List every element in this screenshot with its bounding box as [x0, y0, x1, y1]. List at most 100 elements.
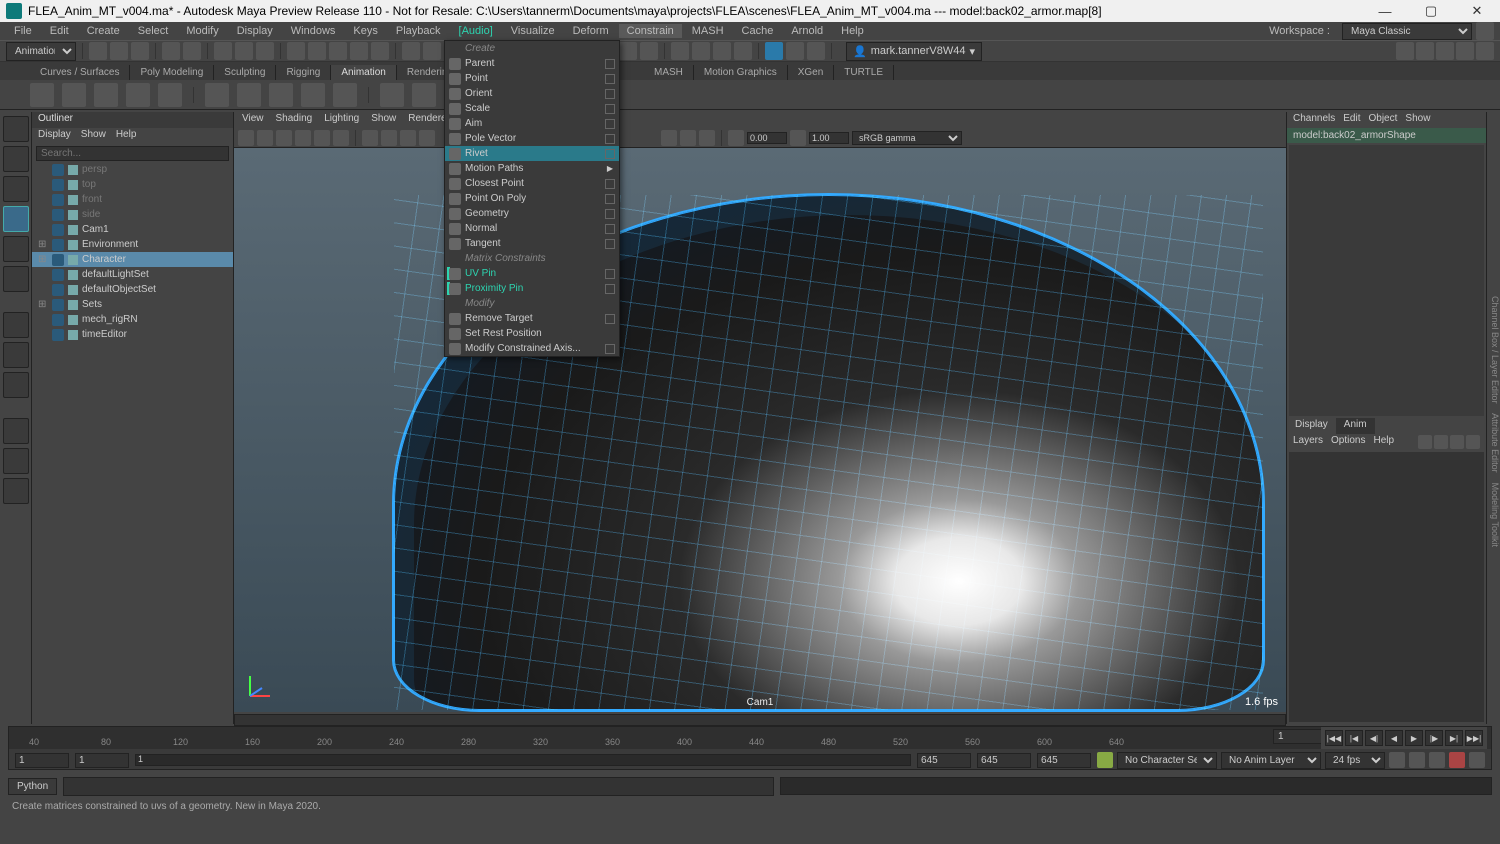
ch-menu-object[interactable]: Object — [1369, 113, 1398, 127]
ch-menu-channels[interactable]: Channels — [1293, 113, 1335, 127]
vp-icon[interactable] — [238, 130, 254, 146]
vp-icon[interactable] — [400, 130, 416, 146]
menu-keys[interactable]: Keys — [345, 24, 385, 38]
shelf-icon[interactable] — [333, 83, 357, 107]
animlayer-select[interactable]: No Anim Layer — [1221, 752, 1321, 769]
audio-icon[interactable] — [1429, 752, 1445, 768]
vp-icon[interactable] — [381, 130, 397, 146]
range-end-c[interactable] — [1037, 753, 1091, 768]
play-fwd-icon[interactable]: ▶ — [1405, 730, 1423, 746]
live-toggle-icon[interactable] — [765, 42, 783, 60]
shelf-icon[interactable] — [269, 83, 293, 107]
outliner-tree[interactable]: persptopfrontsideCam1⊞Environment⊞Charac… — [32, 162, 233, 724]
menu-item-geometry[interactable]: Geometry — [445, 206, 619, 221]
layer-icon[interactable] — [1466, 435, 1480, 449]
menu-select[interactable]: Select — [130, 24, 177, 38]
menu-constrain[interactable]: Constrain — [619, 24, 682, 38]
layer-menu-help[interactable]: Help — [1373, 435, 1394, 449]
shelf-icon[interactable] — [126, 83, 150, 107]
range-end-b[interactable] — [977, 753, 1031, 768]
exposure-icon[interactable] — [728, 130, 744, 146]
pause-icon[interactable] — [807, 42, 825, 60]
layer-icon[interactable] — [1450, 435, 1464, 449]
outliner-menu-show[interactable]: Show — [81, 129, 106, 143]
layer-list[interactable] — [1289, 452, 1484, 723]
outliner-item-defaultlightset[interactable]: defaultLightSet — [32, 267, 233, 282]
lasso-tool[interactable] — [3, 146, 29, 172]
snap-grid-icon[interactable] — [287, 42, 305, 60]
fps-select[interactable]: 24 fps — [1325, 752, 1385, 769]
toggle-xray-icon[interactable] — [1436, 42, 1454, 60]
menu-item-tangent[interactable]: Tangent — [445, 236, 619, 251]
shelf-tab-turtle[interactable]: TURTLE — [834, 65, 894, 80]
scale-tool[interactable] — [3, 266, 29, 292]
step-fwd-key-icon[interactable]: ▶| — [1445, 730, 1463, 746]
menu-modify[interactable]: Modify — [178, 24, 226, 38]
viewport-hscroll[interactable] — [234, 714, 1286, 726]
ch-menu-edit[interactable]: Edit — [1343, 113, 1360, 127]
layer-menu-layers[interactable]: Layers — [1293, 435, 1323, 449]
menu-item-motion-paths[interactable]: Motion Paths▶ — [445, 161, 619, 176]
snap-toggle[interactable] — [3, 418, 29, 444]
menu-item-aim[interactable]: Aim — [445, 116, 619, 131]
play-back-icon[interactable]: ◀ — [1385, 730, 1403, 746]
menu-audio[interactable]: [Audio] — [451, 24, 501, 38]
sym-y-icon[interactable] — [423, 42, 441, 60]
shelf-icon[interactable] — [301, 83, 325, 107]
undo-icon[interactable] — [162, 42, 180, 60]
outliner-menu-display[interactable]: Display — [38, 129, 71, 143]
snap-point-icon[interactable] — [329, 42, 347, 60]
outliner-item-cam1[interactable]: Cam1 — [32, 222, 233, 237]
open-scene-icon[interactable] — [110, 42, 128, 60]
shelf-icon[interactable] — [30, 83, 54, 107]
menu-item-scale[interactable]: Scale — [445, 101, 619, 116]
cache-icon[interactable] — [1449, 752, 1465, 768]
menu-help[interactable]: Help — [833, 24, 872, 38]
toggle-1-icon[interactable] — [692, 42, 710, 60]
layout-single[interactable] — [3, 448, 29, 474]
selected-object[interactable]: model:back02_armorShape — [1287, 128, 1486, 143]
outliner-item-character[interactable]: ⊞Character — [32, 252, 233, 267]
script-lang[interactable]: Python — [8, 778, 57, 795]
layer-icon[interactable] — [1434, 435, 1448, 449]
toggle-hud-icon[interactable] — [1416, 42, 1434, 60]
shelf-tab-poly[interactable]: Poly Modeling — [130, 65, 214, 80]
layer-menu-options[interactable]: Options — [1331, 435, 1365, 449]
sym-x-icon[interactable] — [402, 42, 420, 60]
vp-icon[interactable] — [295, 130, 311, 146]
command-input[interactable] — [63, 777, 774, 796]
vp-icon[interactable] — [276, 130, 292, 146]
vp-menu-shading[interactable]: Shading — [276, 113, 313, 127]
viewport-canvas[interactable]: Cam1 1.6 fps — [234, 148, 1286, 712]
menu-visualize[interactable]: Visualize — [503, 24, 563, 38]
ch-menu-show[interactable]: Show — [1405, 113, 1430, 127]
menu-arnold[interactable]: Arnold — [783, 24, 831, 38]
autokey-icon[interactable] — [1097, 752, 1113, 768]
menu-item-point[interactable]: Point — [445, 71, 619, 86]
menu-deform[interactable]: Deform — [565, 24, 617, 38]
step-back-icon[interactable]: ◀| — [1365, 730, 1383, 746]
loop-icon[interactable] — [1389, 752, 1405, 768]
menu-item-closest-point[interactable]: Closest Point — [445, 176, 619, 191]
workspace-options-icon[interactable] — [1476, 22, 1494, 40]
toggle-3-icon[interactable] — [734, 42, 752, 60]
toggle-ao-icon[interactable] — [1476, 42, 1494, 60]
outliner-item-mech_rigrn[interactable]: mech_rigRN — [32, 312, 233, 327]
shelf-icon[interactable] — [380, 83, 404, 107]
menu-item-remove-target[interactable]: Remove Target — [445, 311, 619, 326]
close-button[interactable]: ✕ — [1454, 0, 1500, 22]
vp-icon[interactable] — [680, 130, 696, 146]
menu-item-point-on-poly[interactable]: Point On Poly — [445, 191, 619, 206]
sym-toggle[interactable] — [3, 372, 29, 398]
paint-tool[interactable] — [3, 176, 29, 202]
maximize-button[interactable]: ▢ — [1408, 0, 1454, 22]
step-back-key-icon[interactable]: |◀ — [1345, 730, 1363, 746]
last-tool[interactable] — [3, 312, 29, 338]
vp-icon[interactable] — [362, 130, 378, 146]
vp-icon[interactable] — [699, 130, 715, 146]
gamma-field[interactable] — [809, 132, 849, 144]
cache-play-icon[interactable] — [786, 42, 804, 60]
shelf-tab-motiongfx[interactable]: Motion Graphics — [694, 65, 788, 80]
outliner-menu-help[interactable]: Help — [116, 129, 137, 143]
tab-anim[interactable]: Anim — [1336, 418, 1375, 434]
